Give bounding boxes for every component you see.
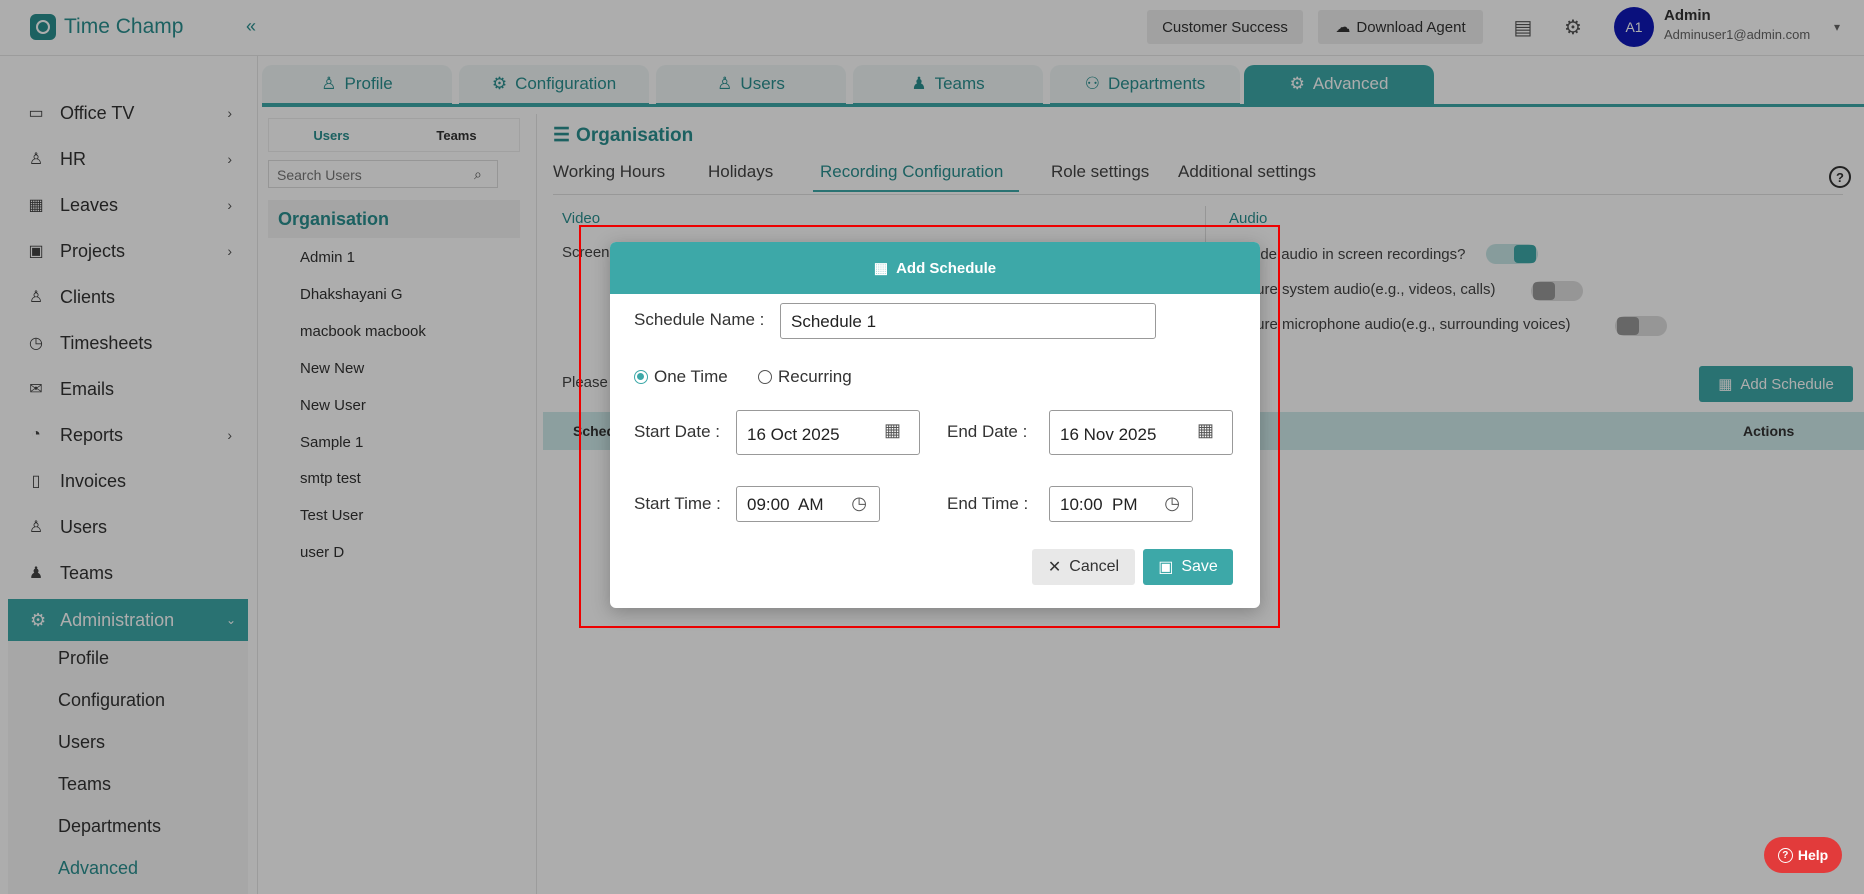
start-time-value: 09:00 AM (747, 495, 824, 514)
radio-label: One Time (654, 367, 728, 386)
end-time-label: End Time : (947, 494, 1029, 513)
end-time-value: 10:00 PM (1060, 495, 1138, 514)
cancel-button[interactable]: ✕ Cancel (1032, 549, 1135, 585)
modal-header: ▦ Add Schedule (610, 242, 1260, 294)
start-time-input[interactable]: 09:00 AM ◷ (736, 486, 880, 522)
radio-label: Recurring (778, 367, 852, 386)
modal-title: Add Schedule (896, 259, 997, 277)
save-button[interactable]: ▣ Save (1143, 549, 1233, 585)
cancel-label: Cancel (1069, 558, 1120, 575)
floppy-disk-icon: ▣ (1158, 559, 1174, 576)
help-icon: ? (1777, 847, 1793, 863)
end-date-input[interactable]: 16 Nov 2025 ▦ (1049, 410, 1233, 455)
schedule-name-input[interactable]: Schedule 1 (780, 303, 1156, 339)
help-label: Help (1797, 847, 1829, 863)
clock-icon[interactable]: ◷ (851, 493, 867, 514)
clock-icon[interactable]: ◷ (1164, 493, 1180, 514)
end-time-input[interactable]: 10:00 PM ◷ (1049, 486, 1193, 522)
calendar-add-icon: ▦ (873, 260, 889, 277)
add-schedule-modal: ▦ Add Schedule Schedule Name : Schedule … (610, 242, 1260, 608)
radio-dot (634, 370, 648, 384)
start-date-input[interactable]: 16 Oct 2025 ▦ (736, 410, 920, 455)
start-date-value: 16 Oct 2025 (747, 425, 840, 444)
help-button[interactable]: ? Help (1764, 837, 1842, 873)
radio-one-time[interactable]: One Time (634, 367, 728, 387)
start-date-label: Start Date : (634, 422, 720, 441)
calendar-icon[interactable]: ▦ (1197, 420, 1214, 441)
radio-dot (758, 370, 772, 384)
radio-recurring[interactable]: Recurring (758, 367, 852, 387)
end-date-label: End Date : (947, 422, 1028, 441)
save-label: Save (1181, 558, 1218, 575)
start-time-label: Start Time : (634, 494, 721, 513)
end-date-value: 16 Nov 2025 (1060, 425, 1157, 444)
schedule-name-label: Schedule Name : (634, 310, 765, 329)
calendar-icon[interactable]: ▦ (884, 420, 901, 441)
close-icon: ✕ (1047, 559, 1062, 576)
